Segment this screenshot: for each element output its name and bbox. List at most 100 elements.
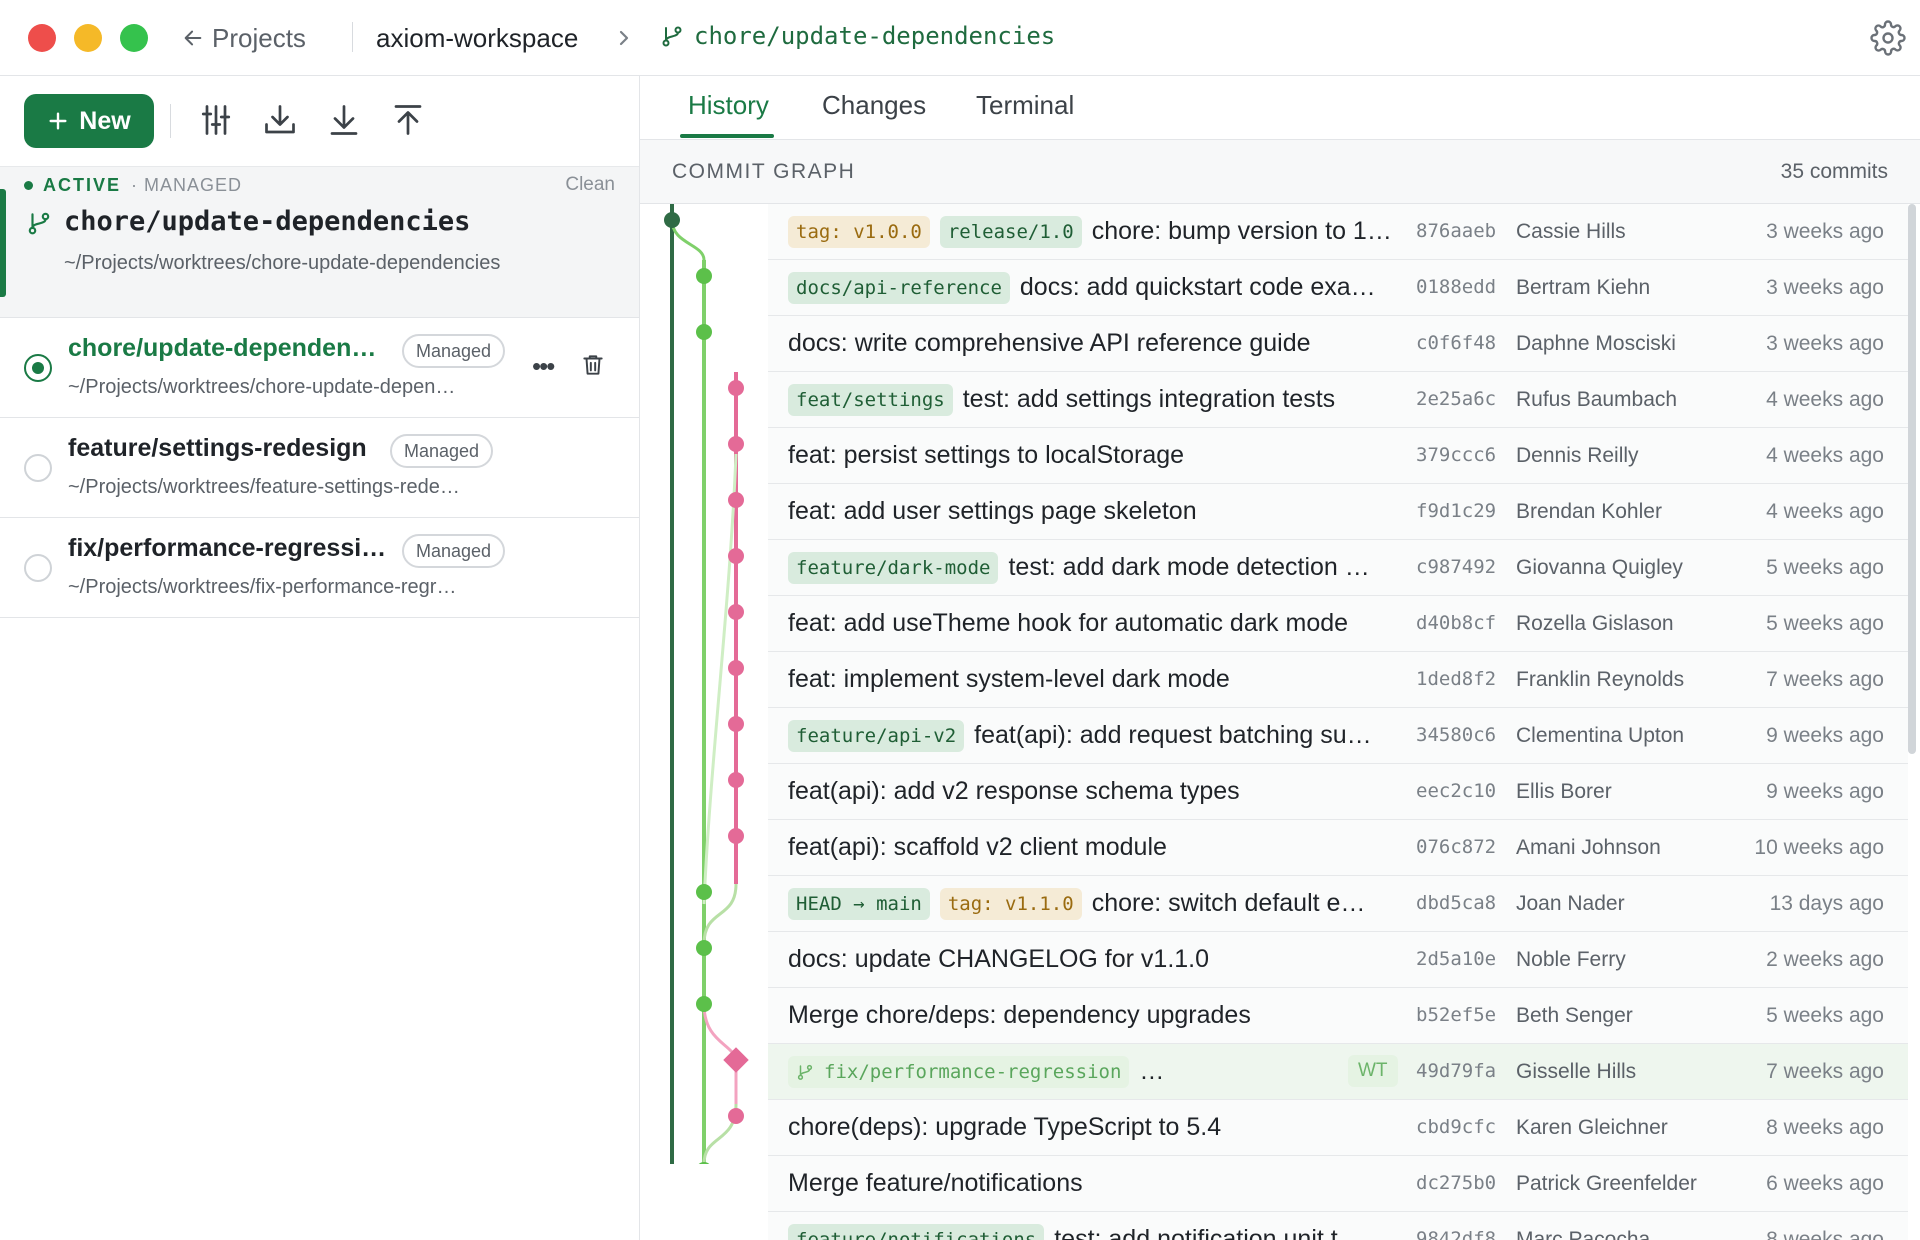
commit-row[interactable]: docs: write comprehensive API reference … xyxy=(768,316,1908,372)
commit-row[interactable]: feat/settings test: add settings integrat… xyxy=(768,372,1908,428)
commit-message: chore: switch default e… xyxy=(1091,889,1366,917)
branch-badge[interactable]: fix/performance-regression xyxy=(788,1055,1130,1088)
commit-message: Merge chore/deps: dependency upgrades xyxy=(788,1001,1251,1029)
commit-hash[interactable]: 49d79fa xyxy=(1416,1044,1496,1099)
back-to-projects-link[interactable]: Projects xyxy=(182,20,306,56)
commit-hash[interactable]: 9842df8 xyxy=(1416,1212,1496,1240)
commit-row[interactable]: feat: persist settings to localStorage 37… xyxy=(768,428,1908,484)
commit-hash[interactable]: c0f6f48 xyxy=(1416,316,1496,371)
commit-hash[interactable]: 076c872 xyxy=(1416,820,1496,875)
commit-date: 7 weeks ago xyxy=(1766,1060,1884,1083)
commit-row[interactable]: HEAD → main tag: v1.1.0 chore: switch defa… xyxy=(768,876,1908,932)
commit-row[interactable]: feat(api): add v2 response schema types e… xyxy=(768,764,1908,820)
push-arrow-up-icon[interactable] xyxy=(390,102,426,138)
commit-hash[interactable]: 0188edd xyxy=(1416,260,1496,315)
trash-icon[interactable] xyxy=(580,350,606,380)
branch-badge[interactable]: feature/notifications xyxy=(788,1223,1045,1240)
window-minimize-button[interactable] xyxy=(74,24,102,52)
window-maximize-button[interactable] xyxy=(120,24,148,52)
toolbar-divider xyxy=(170,104,171,138)
commit-summary: feat: add user settings page skeleton xyxy=(788,484,1408,539)
branch-badge[interactable]: feature/api-v2 xyxy=(788,719,965,752)
pull-arrow-down-icon[interactable] xyxy=(326,102,362,138)
branch-badge[interactable]: feature/dark-mode xyxy=(788,551,999,584)
worktree-path: ~/Projects/worktrees/fix-performance-reg… xyxy=(68,576,457,598)
commit-summary: chore(deps): upgrade TypeScript to 5.4 xyxy=(788,1100,1408,1155)
tab-terminal[interactable]: Terminal xyxy=(976,90,1074,126)
commit-hash[interactable]: cbd9cfc xyxy=(1416,1100,1496,1155)
commit-row[interactable]: Merge chore/deps: dependency upgrades b52… xyxy=(768,988,1908,1044)
branch-badge[interactable]: HEAD → main xyxy=(788,887,930,920)
commit-hash[interactable]: 379ccc6 xyxy=(1416,428,1496,483)
commit-node xyxy=(728,492,744,508)
tag-badge[interactable]: tag: v1.0.0 xyxy=(788,215,930,248)
worktree-radio[interactable] xyxy=(24,554,52,582)
commit-author: Franklin Reynolds xyxy=(1516,668,1685,691)
commit-row[interactable]: docs/api-reference docs: add quickstart c… xyxy=(768,260,1908,316)
git-branch-icon xyxy=(28,212,50,235)
current-branch-breadcrumb[interactable]: chore/update-dependencies xyxy=(660,18,1055,54)
tab-history[interactable]: History xyxy=(688,90,769,126)
commit-hash[interactable]: f9d1c29 xyxy=(1416,484,1496,539)
sliders-icon[interactable] xyxy=(198,102,234,138)
commit-hash[interactable]: dbd5ca8 xyxy=(1416,876,1496,931)
active-status-row: ACTIVE · MANAGED xyxy=(24,174,242,196)
new-worktree-button[interactable]: New xyxy=(24,94,154,148)
commit-hash[interactable]: 34580c6 xyxy=(1416,708,1496,763)
commit-summary: feature/dark-mode test: add dark mode det… xyxy=(788,540,1408,595)
worktree-list-item[interactable]: chore/update-dependen… Managed ~/Project… xyxy=(0,318,639,418)
commit-row[interactable]: chore(deps): upgrade TypeScript to 5.4 cb… xyxy=(768,1100,1908,1156)
commit-row[interactable]: feat: implement system-level dark mode 1d… xyxy=(768,652,1908,708)
worktree-commit-node xyxy=(723,1047,749,1073)
commit-hash[interactable]: eec2c10 xyxy=(1416,764,1496,819)
commit-author: Clementina Upton xyxy=(1516,724,1685,747)
commit-summary: feat: add useTheme hook for automatic da… xyxy=(788,596,1408,651)
commit-row[interactable]: tag: v1.0.0 release/1.0 chore: bump versio… xyxy=(768,204,1908,260)
commit-row[interactable]: Merge feature/notifications dc275b0 Patric… xyxy=(768,1156,1908,1212)
worktree-radio-selected[interactable] xyxy=(24,354,52,382)
commit-node xyxy=(728,1108,744,1124)
commit-hash[interactable]: 2e25a6c xyxy=(1416,372,1496,427)
commit-row[interactable]: feature/notifications test: add notificat… xyxy=(768,1212,1908,1240)
tag-badge[interactable]: tag: v1.1.0 xyxy=(939,887,1082,920)
branch-badge[interactable]: docs/api-reference xyxy=(788,271,1010,304)
commit-hash[interactable]: dc275b0 xyxy=(1416,1156,1496,1211)
badge-label: fix/performance-regression xyxy=(824,1060,1122,1083)
commit-row[interactable]: docs: update CHANGELOG for v1.1.0 2d5a10e… xyxy=(768,932,1908,988)
commit-hash[interactable]: c987492 xyxy=(1416,540,1496,595)
window-close-button[interactable] xyxy=(28,24,56,52)
commit-list-scrollbar[interactable] xyxy=(1908,204,1916,754)
badge-label: feature/dark-mode xyxy=(796,556,991,579)
commit-hash[interactable]: b52ef5e xyxy=(1416,988,1496,1043)
commit-row[interactable]: fix/performance-regression … WT 49d79fa Giss… xyxy=(768,1044,1908,1100)
commit-row[interactable]: feat: add user settings page skeleton f9d… xyxy=(768,484,1908,540)
download-tray-icon[interactable] xyxy=(262,102,298,138)
commit-hash[interactable]: 876aaeb xyxy=(1416,204,1496,259)
commit-node xyxy=(728,604,744,620)
commit-hash[interactable]: 1ded8f2 xyxy=(1416,652,1496,707)
commit-hash[interactable]: d40b8cf xyxy=(1416,596,1496,651)
worktree-list-item[interactable]: fix/performance-regressi… Managed ~/Proj… xyxy=(0,518,639,618)
commit-summary: feat(api): scaffold v2 client module xyxy=(788,820,1408,875)
worktree-radio[interactable] xyxy=(24,454,52,482)
workspace-name[interactable]: axiom-workspace xyxy=(376,20,578,56)
commit-row[interactable]: feature/api-v2 feat(api): add request bat… xyxy=(768,708,1908,764)
commit-row[interactable]: feat(api): scaffold v2 client module 076c… xyxy=(768,820,1908,876)
commit-hash[interactable]: 2d5a10e xyxy=(1416,932,1496,987)
commit-date: 5 weeks ago xyxy=(1766,1004,1884,1027)
worktree-list-item[interactable]: feature/settings-redesign Managed ~/Proj… xyxy=(0,418,639,518)
badge-label: HEAD → main xyxy=(796,892,922,915)
more-options-icon[interactable]: ••• xyxy=(532,353,555,379)
commit-message: test: add settings integration tests xyxy=(962,385,1336,413)
branch-badge[interactable]: feat/settings xyxy=(788,383,953,416)
commit-author: Gisselle Hills xyxy=(1516,1060,1637,1083)
commit-node xyxy=(728,660,744,676)
managed-badge: Managed xyxy=(402,334,506,368)
plus-icon xyxy=(49,112,67,130)
commit-row[interactable]: feature/dark-mode test: add dark mode det… xyxy=(768,540,1908,596)
branch-badge[interactable]: release/1.0 xyxy=(939,215,1082,248)
tab-changes[interactable]: Changes xyxy=(822,90,926,126)
settings-gear-icon[interactable] xyxy=(1870,20,1906,56)
commit-row[interactable]: feat: add useTheme hook for automatic da… xyxy=(768,596,1908,652)
commit-message: docs: write comprehensive API reference … xyxy=(788,329,1311,357)
